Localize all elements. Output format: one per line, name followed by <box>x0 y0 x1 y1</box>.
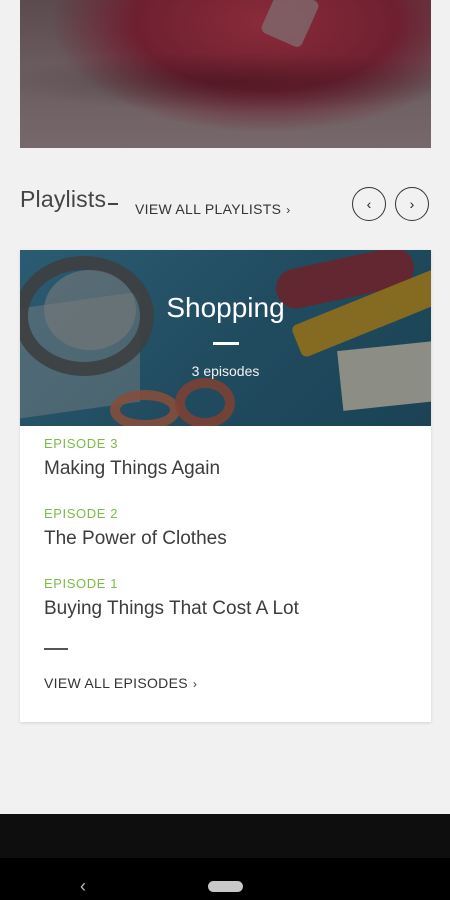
bottom-bar <box>0 814 450 858</box>
episode-title: Making Things Again <box>44 458 221 479</box>
episode-number: EPISODE 1 <box>44 576 119 591</box>
banner-overlay <box>20 250 431 426</box>
view-all-episodes-label: VIEW ALL EPISODES <box>44 675 188 691</box>
view-all-playlists-link[interactable]: VIEW ALL PLAYLISTS › <box>135 201 291 217</box>
episode-item[interactable]: EPISODE 1 Buying Things That Cost A Lot <box>44 576 414 646</box>
playlist-card[interactable]: Shopping 3 episodes EPISODE 3 Making Thi… <box>20 250 431 722</box>
section-title-text: Playlists <box>20 186 107 212</box>
episode-title: The Power of Clothes <box>44 528 227 549</box>
chevron-right-icon: › <box>286 203 291 217</box>
carousel-next-button[interactable]: › <box>395 187 429 221</box>
playlist-banner[interactable]: Shopping 3 episodes <box>20 250 431 426</box>
hero-detail <box>259 0 321 49</box>
episode-count: 3 episodes <box>191 363 260 379</box>
episode-title: Buying Things That Cost A Lot <box>44 598 299 619</box>
divider <box>44 648 68 650</box>
view-all-playlists-label: VIEW ALL PLAYLISTS <box>135 201 282 217</box>
system-navigation-bar: ‹ <box>0 858 450 900</box>
playlist-name: Shopping <box>166 292 285 323</box>
title-divider <box>213 342 239 345</box>
episode-number: EPISODE 3 <box>44 436 119 451</box>
hero-shadow <box>20 52 431 112</box>
title-underscore <box>108 203 119 205</box>
carousel-prev-button[interactable]: ‹ <box>352 187 386 221</box>
episode-item[interactable]: EPISODE 2 The Power of Clothes <box>44 506 414 576</box>
home-pill-icon[interactable] <box>208 881 243 892</box>
episode-number: EPISODE 2 <box>44 506 119 521</box>
episode-list: EPISODE 3 Making Things Again EPISODE 2 … <box>44 436 414 646</box>
back-icon[interactable]: ‹ <box>80 876 86 897</box>
view-all-episodes-link[interactable]: VIEW ALL EPISODES › <box>44 675 197 691</box>
chevron-right-icon: › <box>192 677 198 691</box>
episode-item[interactable]: EPISODE 3 Making Things Again <box>44 436 414 506</box>
hero-image[interactable] <box>20 0 431 148</box>
chevron-right-icon: › <box>409 196 415 212</box>
playlists-header: Playlists VIEW ALL PLAYLISTS › ‹ › <box>20 180 432 230</box>
chevron-left-icon: ‹ <box>366 196 372 212</box>
section-title: Playlists <box>20 186 119 213</box>
